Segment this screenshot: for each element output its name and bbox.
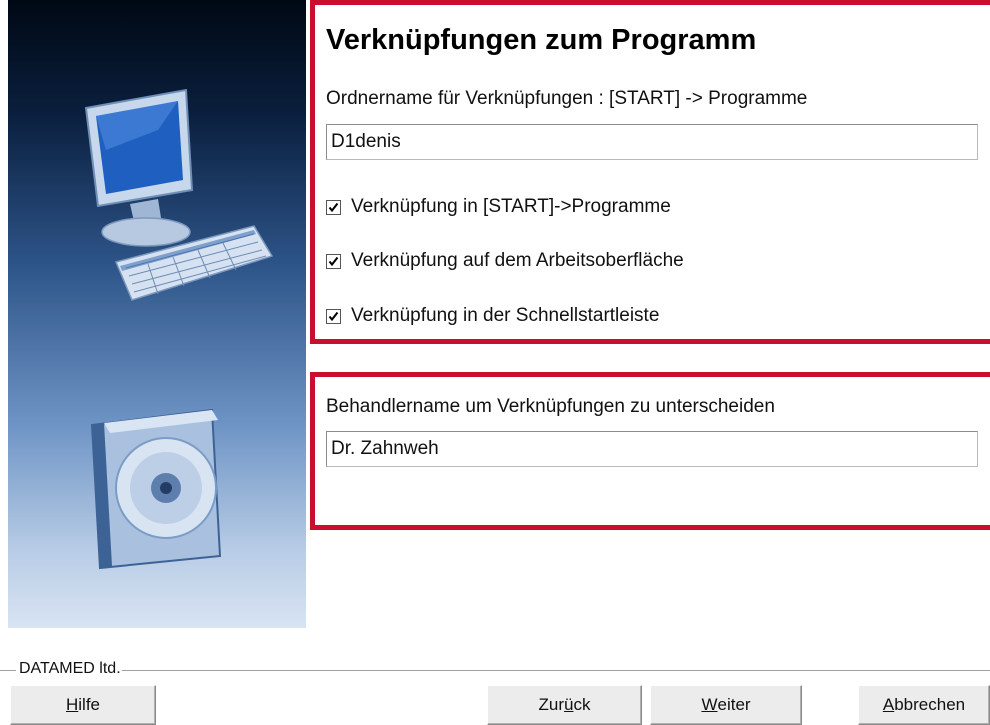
back-label-pre: Zur bbox=[538, 695, 565, 714]
computer-icon bbox=[84, 88, 274, 301]
checkbox-label: Verknüpfung in der Schnellstartleiste bbox=[351, 305, 660, 326]
next-accel: W bbox=[701, 695, 718, 714]
checkbox-label: Verknüpfung auf dem Arbeitsoberfläche bbox=[351, 250, 684, 271]
checkbox-start-menu[interactable]: Verknüpfung in [START]->Programme bbox=[326, 194, 671, 220]
checkmark-icon bbox=[328, 311, 339, 321]
group-divider-right bbox=[106, 670, 990, 671]
group-divider-left bbox=[0, 670, 16, 671]
help-label: ilfe bbox=[78, 695, 100, 714]
back-button[interactable]: Zur ü ck bbox=[487, 685, 642, 725]
next-button[interactable]: Weiter bbox=[650, 685, 802, 725]
next-label: eiter bbox=[717, 695, 751, 714]
checkbox-box[interactable] bbox=[326, 308, 341, 324]
checkbox-desktop[interactable]: Verknüpfung auf dem Arbeitsoberfläche bbox=[326, 248, 684, 274]
back-label: ck bbox=[573, 695, 591, 714]
company-group-label: DATAMED ltd. bbox=[18, 660, 122, 678]
folder-name-field[interactable]: D1denis bbox=[326, 124, 978, 160]
cancel-accel: A bbox=[882, 695, 895, 714]
illustration-art bbox=[84, 88, 274, 570]
page-title: Verknüpfungen zum Programm bbox=[326, 24, 757, 56]
cd-case-icon bbox=[90, 408, 222, 570]
checkbox-box[interactable] bbox=[326, 199, 341, 215]
back-accel: ü bbox=[564, 695, 574, 714]
cancel-button[interactable]: Abbrechen bbox=[858, 685, 990, 725]
practitioner-name-field[interactable]: Dr. Zahnweh bbox=[326, 431, 978, 467]
cancel-label: bbrechen bbox=[894, 695, 966, 714]
checkbox-label: Verknüpfung in [START]->Programme bbox=[351, 196, 671, 217]
folder-name-label: Ordnername für Verknüpfungen : [START] -… bbox=[326, 88, 808, 109]
side-illustration bbox=[8, 0, 306, 628]
checkbox-box[interactable] bbox=[326, 253, 341, 269]
checkmark-icon bbox=[328, 202, 339, 212]
help-button[interactable]: Hilfe bbox=[10, 685, 156, 725]
checkbox-quick-launch[interactable]: Verknüpfung in der Schnellstartleiste bbox=[326, 303, 659, 329]
practitioner-name-label: Behandlername um Verknüpfungen zu unters… bbox=[326, 396, 775, 417]
help-accel: H bbox=[65, 695, 79, 714]
checkmark-icon bbox=[328, 256, 339, 266]
